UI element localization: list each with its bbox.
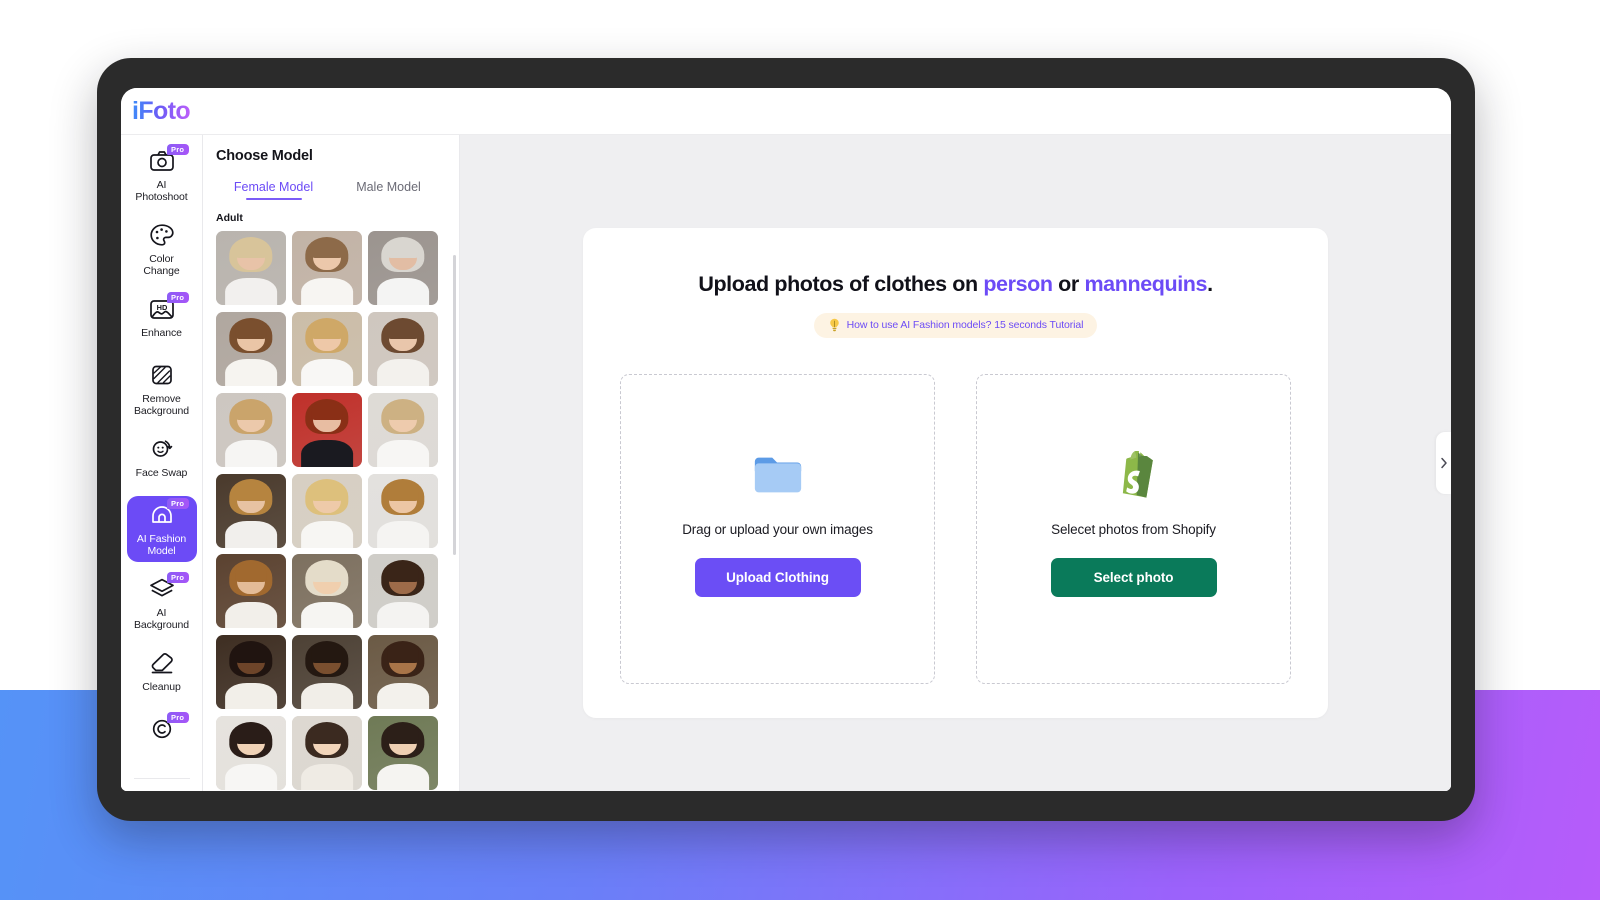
app-body: AI Photoshoot Pro Color Change HD Enhance Pro Re…	[121, 135, 1451, 791]
model-thumbnail[interactable]	[292, 473, 362, 548]
upload-options: Drag or upload your own images Upload Cl…	[583, 374, 1328, 684]
upload-clothing-button[interactable]: Upload Clothing	[694, 558, 861, 597]
folder-icon	[754, 457, 801, 493]
headline-pre: Upload photos of clothes on	[698, 272, 984, 296]
sidebar-item-label: Face Swap	[135, 467, 188, 479]
page-headline: Upload photos of clothes on person or ma…	[583, 272, 1328, 297]
sidebar-item-history[interactable]: History	[127, 787, 197, 791]
sidebar-item-ai-background[interactable]: AI Background Pro	[127, 570, 197, 636]
model-thumbnail-grid	[216, 231, 459, 791]
sidebar-item-ai-fashion-model[interactable]: AI Fashion Model Pro	[126, 496, 197, 562]
model-thumbnail[interactable]	[368, 635, 438, 710]
headline-person: person	[983, 272, 1053, 296]
chevron-right-icon	[1440, 457, 1447, 469]
sidebar-item-label: Remove Background	[133, 393, 190, 417]
model-thumbnail[interactable]	[292, 716, 362, 791]
model-thumbnail[interactable]	[216, 311, 286, 386]
palette-icon	[149, 223, 175, 247]
model-thumbnail[interactable]	[368, 554, 438, 629]
model-thumbnail[interactable]	[216, 716, 286, 791]
pro-badge: Pro	[166, 572, 189, 583]
sidebar-item-label: AI Background	[133, 607, 190, 631]
headline-mannequins: mannequins	[1084, 272, 1208, 296]
select-photo-button[interactable]: Select photo	[1050, 558, 1217, 597]
model-thumbnail[interactable]	[292, 231, 362, 305]
remove-background-icon	[149, 363, 175, 387]
shopify-bag-icon	[1122, 450, 1153, 498]
model-thumbnail[interactable]	[216, 473, 286, 548]
model-thumbnail[interactable]	[368, 716, 438, 791]
main-stage: Upload photos of clothes on person or ma…	[460, 135, 1451, 791]
local-upload-dropzone[interactable]: Drag or upload your own images Upload Cl…	[620, 374, 935, 684]
tablet-device-frame: iFoto AI Photoshoot Pro Color Change HD Enhanc…	[97, 58, 1475, 821]
panel-collapse-handle[interactable]	[1436, 432, 1451, 494]
local-upload-text: Drag or upload your own images	[682, 522, 873, 537]
sidebar-item-label: Enhance	[141, 327, 182, 339]
tab-female-model[interactable]: Female Model	[216, 180, 331, 200]
tutorial-banner[interactable]: How to use AI Fashion models? 15 seconds…	[813, 313, 1098, 338]
sidebar-item-remove-background[interactable]: Remove Background	[127, 356, 197, 422]
model-thumbnail[interactable]	[216, 231, 286, 305]
headline-mid: or	[1052, 272, 1085, 296]
model-thumbnail[interactable]	[216, 635, 286, 710]
shopify-text: Selecet photos from Shopify	[1051, 522, 1216, 537]
sidebar-item-label: AI Photoshoot	[135, 179, 188, 203]
upload-card: Upload photos of clothes on person or ma…	[583, 228, 1328, 718]
model-thumbnail[interactable]	[368, 231, 438, 305]
model-thumbnail[interactable]	[292, 311, 362, 386]
tutorial-link-text: How to use AI Fashion models? 15 seconds…	[846, 319, 1084, 331]
model-thumbnail[interactable]	[368, 311, 438, 386]
sidebar-item-face-swap[interactable]: Face Swap	[127, 430, 197, 488]
sidebar-item-label: Cleanup	[142, 681, 181, 693]
model-group-label: Adult	[216, 212, 243, 224]
model-gender-tabs: Female Model Male Model	[216, 180, 459, 200]
shopify-dropzone[interactable]: Selecet photos from Shopify Select photo	[976, 374, 1291, 684]
tab-male-model[interactable]: Male Model	[331, 180, 446, 200]
sidebar-item-copyright-icon[interactable]: Pro	[127, 710, 197, 768]
pro-badge: Pro	[166, 498, 189, 509]
model-thumbnail[interactable]	[216, 554, 286, 629]
model-thumbnail[interactable]	[292, 392, 362, 467]
sidebar-divider	[133, 778, 190, 779]
model-picker-panel: Choose Model Female Model Male Model Adul…	[203, 135, 460, 791]
sidebar-item-color-change[interactable]: Color Change	[127, 216, 197, 282]
lightbulb-icon	[829, 318, 839, 332]
svg-text:HD: HD	[156, 303, 167, 312]
sidebar-item-cleanup[interactable]: Cleanup	[127, 644, 197, 702]
model-thumbnail[interactable]	[216, 392, 286, 467]
sidebar-nav: AI Photoshoot Pro Color Change HD Enhance Pro Re…	[121, 135, 203, 791]
sidebar-item-enhance[interactable]: HD Enhance Pro	[127, 290, 197, 348]
model-thumbnail[interactable]	[292, 635, 362, 710]
face-swap-icon	[149, 437, 175, 461]
picker-scrollbar[interactable]	[453, 255, 456, 555]
pro-badge: Pro	[166, 712, 189, 723]
model-thumbnail[interactable]	[368, 392, 438, 467]
sidebar-item-label: Color Change	[143, 253, 180, 277]
picker-title: Choose Model	[216, 148, 313, 164]
ifoto-logo[interactable]: iFoto	[132, 97, 191, 126]
sidebar-item-ai-photoshoot[interactable]: AI Photoshoot Pro	[127, 142, 197, 208]
sidebar-item-label: AI Fashion Model	[136, 533, 187, 557]
eraser-icon	[149, 651, 175, 675]
app-header: iFoto	[121, 88, 1451, 135]
app-screen: iFoto AI Photoshoot Pro Color Change HD Enhanc…	[121, 88, 1451, 791]
headline-period: .	[1207, 272, 1213, 296]
pro-badge: Pro	[166, 144, 189, 155]
model-thumbnail[interactable]	[368, 473, 438, 548]
model-thumbnail[interactable]	[292, 554, 362, 629]
pro-badge: Pro	[166, 292, 189, 303]
